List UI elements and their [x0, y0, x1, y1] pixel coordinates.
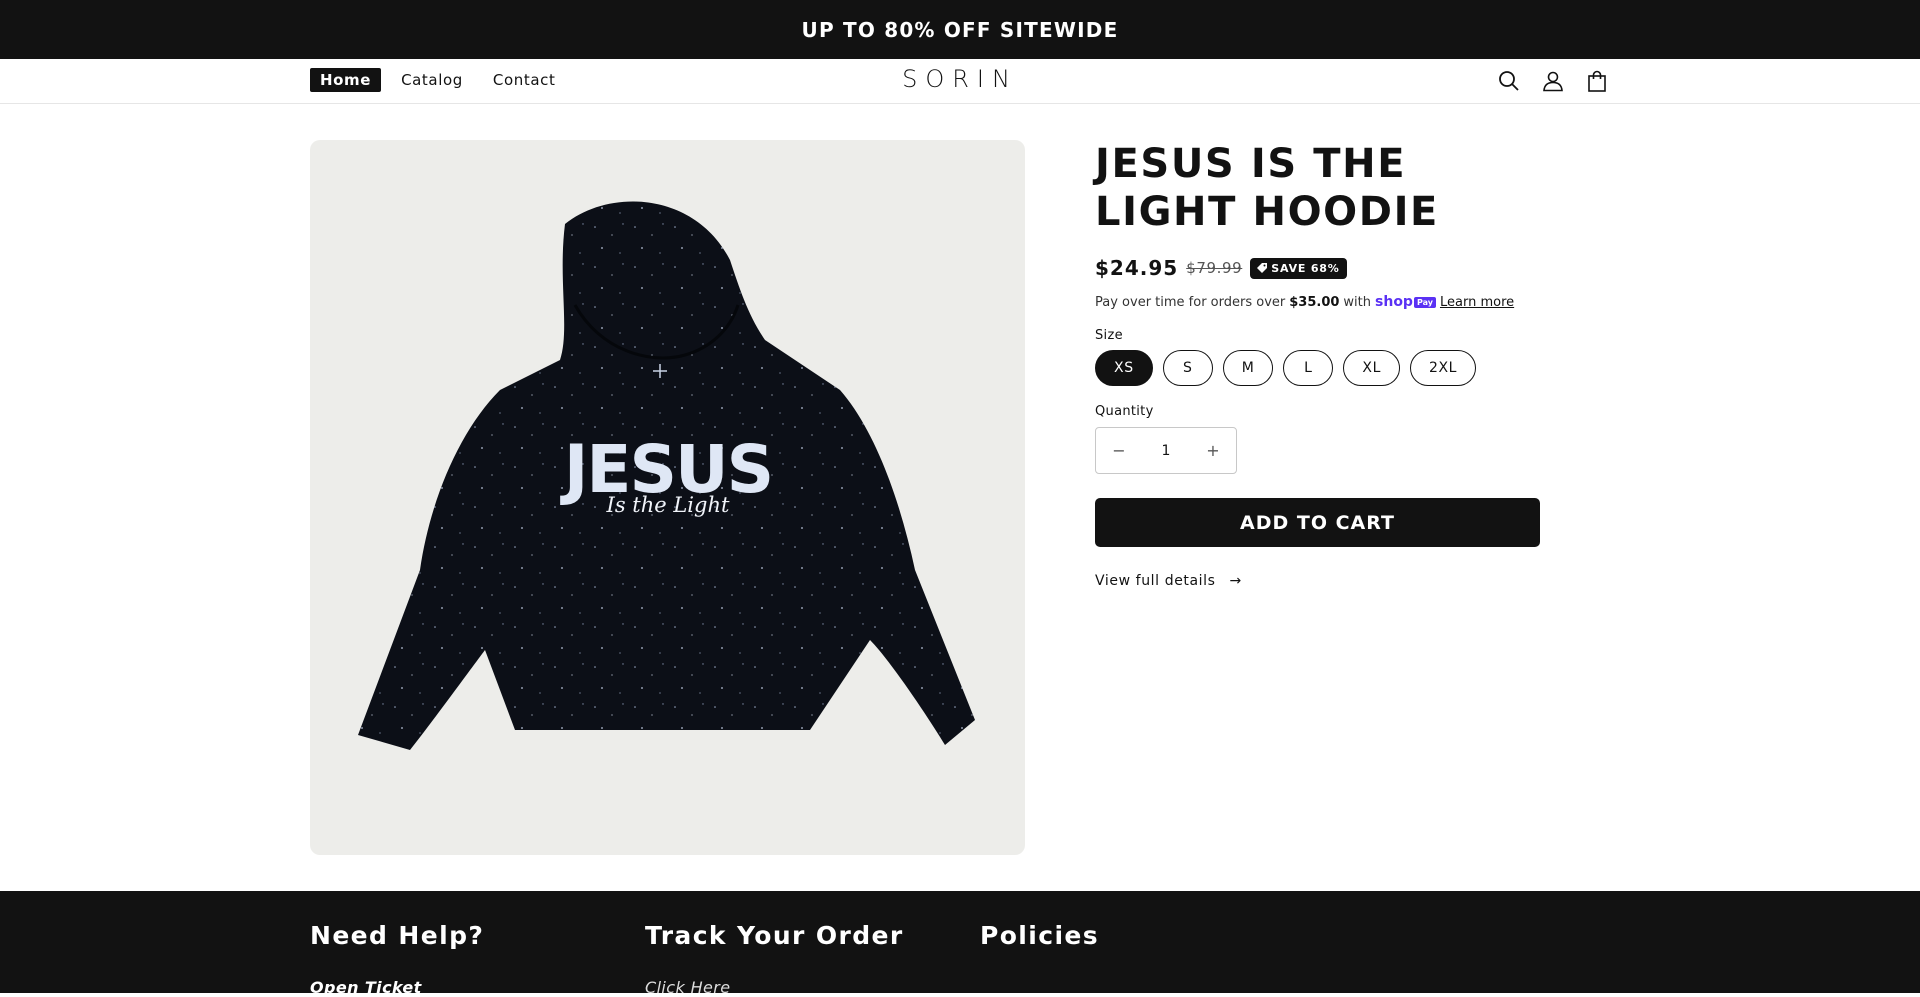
- quantity-decrement-button[interactable]: −: [1096, 428, 1142, 473]
- footer-col-help: Need Help? Open Ticket: [310, 921, 484, 997]
- hoodie-illustration: JESUS Is the Light: [358, 201, 975, 750]
- footer-heading-policies: Policies: [980, 921, 1100, 950]
- footer-heading-help: Need Help?: [310, 921, 485, 950]
- announcement-bar: UP TO 80% OFF SITEWIDE: [0, 0, 1920, 59]
- size-option-l[interactable]: L: [1283, 350, 1334, 386]
- tag-icon: [1257, 263, 1268, 273]
- announcement-text: UP TO 80% OFF SITEWIDE: [801, 17, 1119, 42]
- product-section: JESUS Is the Light JESUS IS THE LIGHT HO…: [0, 104, 1920, 951]
- size-label: Size: [1095, 328, 1123, 343]
- installments-suffix: with: [1343, 294, 1372, 310]
- installments-message: Pay over time for orders over $35.00 wit…: [1095, 294, 1540, 310]
- size-options: XS S M L XL 2XL: [1095, 350, 1540, 386]
- main-nav: Home Catalog Contact: [310, 68, 565, 92]
- installments-amount: $35.00: [1289, 294, 1340, 310]
- logo[interactable]: SORIN: [902, 65, 1018, 93]
- sale-badge-label: SAVE 68%: [1271, 261, 1340, 275]
- product-image[interactable]: JESUS Is the Light: [310, 140, 1025, 855]
- quantity-label: Quantity: [1095, 404, 1154, 419]
- shop-pay-word: shop: [1375, 294, 1413, 310]
- size-option-s[interactable]: S: [1162, 350, 1213, 386]
- quantity-increment-button[interactable]: +: [1190, 428, 1236, 473]
- product-title: JESUS IS THE LIGHT HOODIE: [1095, 141, 1439, 235]
- footer-col-track: Track Your Order Click Here: [645, 921, 904, 997]
- header-icons: [1496, 68, 1610, 94]
- add-to-cart-button[interactable]: ADD TO CART: [1095, 498, 1540, 547]
- size-option-2xl[interactable]: 2XL: [1409, 350, 1477, 386]
- compare-price: $79.99: [1186, 259, 1243, 277]
- footer-heading-track: Track Your Order: [645, 921, 904, 950]
- price-row: $24.95 $79.99 SAVE 68%: [1095, 256, 1540, 280]
- view-full-details-label: View full details: [1095, 573, 1216, 589]
- nav-contact[interactable]: Contact: [483, 68, 566, 92]
- quantity-stepper: − 1 +: [1095, 427, 1237, 474]
- nav-home[interactable]: Home: [310, 68, 382, 92]
- cart-icon[interactable]: [1584, 68, 1610, 94]
- sale-price: $24.95: [1095, 256, 1179, 280]
- track-order-link[interactable]: Click Here: [645, 978, 904, 997]
- learn-more-link[interactable]: Learn more: [1440, 295, 1514, 310]
- size-option-m[interactable]: M: [1222, 350, 1274, 386]
- product-info: JESUS IS THE LIGHT HOODIE $24.95 $79.99 …: [1095, 140, 1540, 589]
- site-header: Home Catalog Contact SORIN: [0, 59, 1920, 104]
- search-icon[interactable]: [1496, 68, 1522, 94]
- installments-prefix: Pay over time for orders over: [1095, 294, 1286, 310]
- size-option-xl[interactable]: XL: [1343, 350, 1400, 386]
- view-full-details-link[interactable]: View full details →: [1095, 573, 1540, 589]
- size-option-xs[interactable]: XS: [1095, 350, 1153, 386]
- hoodie-print-script: Is the Light: [606, 493, 730, 517]
- shop-pay-badge: Pay: [1413, 296, 1436, 308]
- nav-catalog[interactable]: Catalog: [391, 68, 473, 92]
- open-ticket-link[interactable]: Open Ticket: [310, 978, 484, 997]
- quantity-input[interactable]: 1: [1162, 443, 1171, 459]
- arrow-right-icon: →: [1229, 573, 1242, 589]
- footer-col-policies: Policies: [980, 921, 1099, 950]
- sale-badge: SAVE 68%: [1250, 257, 1347, 279]
- shop-pay-logo: shop Pay: [1375, 294, 1436, 310]
- account-icon[interactable]: [1540, 68, 1566, 94]
- site-footer: Need Help? Open Ticket Track Your Order …: [0, 891, 1920, 997]
